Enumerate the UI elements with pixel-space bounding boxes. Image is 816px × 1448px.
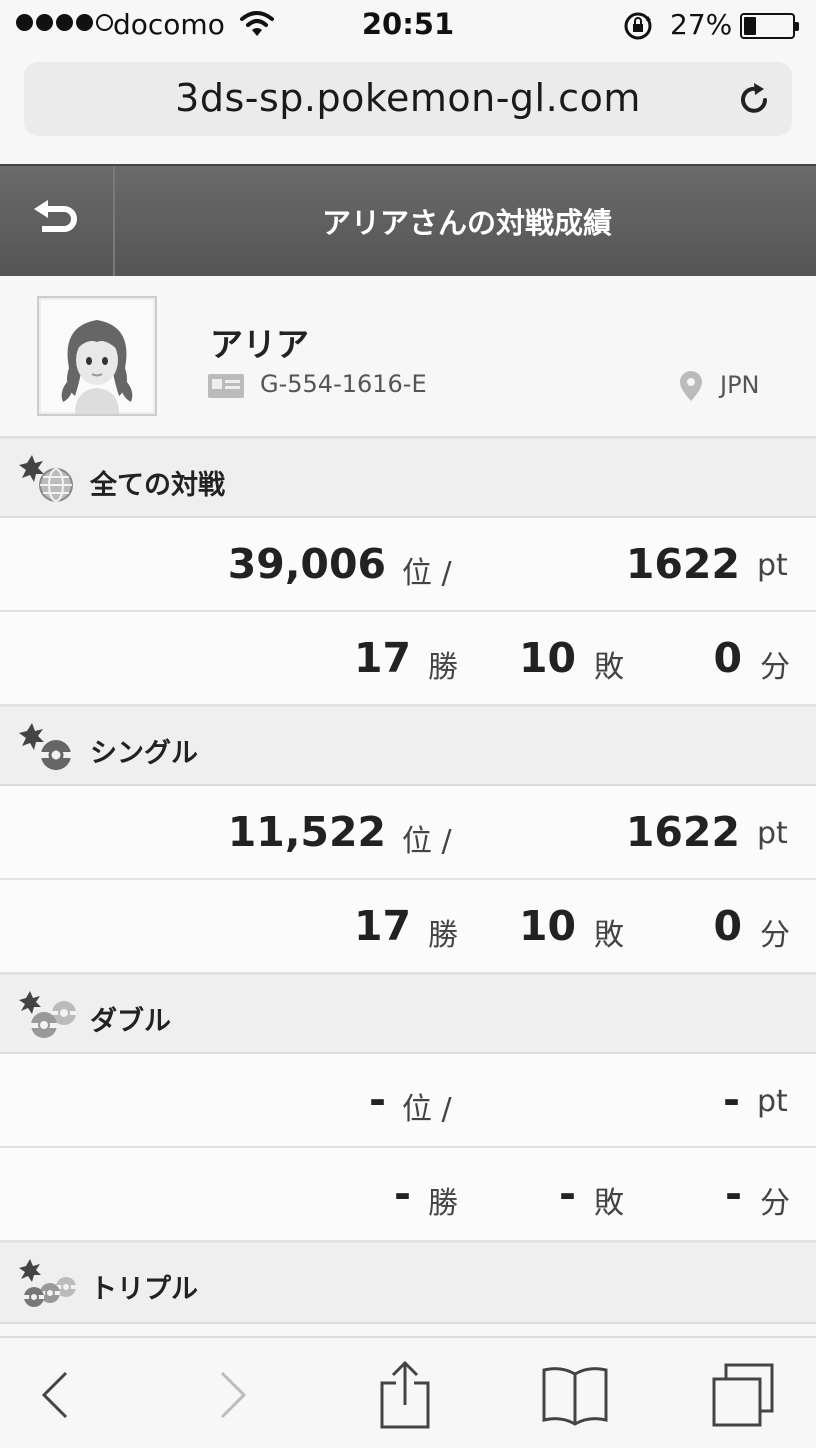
points-unit: pt — [757, 1084, 788, 1119]
draws-value: - — [724, 1170, 742, 1218]
player-name: アリア — [210, 325, 309, 364]
rank-points-row: - 位 / - pt — [0, 1054, 816, 1148]
url-text[interactable]: 3ds-sp.pokemon-gl.com — [24, 76, 792, 120]
section-double: ダブル — [0, 974, 816, 1054]
country-code: JPN — [720, 371, 760, 399]
page-title: アリアさんの対戦成績 — [321, 206, 612, 240]
rank-value: 39,006 — [227, 540, 386, 588]
section-title: ダブル — [90, 1006, 171, 1037]
losses-unit: 敗 — [594, 650, 624, 685]
player-id: G-554-1616-E — [260, 370, 427, 398]
losses-unit: 敗 — [594, 918, 624, 953]
wins-value: 17 — [353, 634, 411, 682]
return-arrow-icon — [33, 200, 77, 232]
reload-icon[interactable] — [734, 80, 774, 120]
draws-value: 0 — [713, 902, 742, 950]
draws-unit: 分 — [760, 650, 790, 685]
draws-value: 0 — [713, 634, 742, 682]
section-single: シングル — [0, 706, 816, 786]
section-title: シングル — [90, 738, 198, 769]
rank-points-row: 39,006 位 / 1622 pt — [0, 518, 816, 612]
id-card-icon — [208, 374, 244, 402]
wins-unit: 勝 — [428, 1186, 458, 1221]
draws-unit: 分 — [760, 918, 790, 953]
rank-points-row: 11,522 位 / 1622 pt — [0, 786, 816, 880]
section-triple: トリプル — [0, 1242, 816, 1324]
points-unit: pt — [757, 816, 788, 851]
avatar — [37, 296, 157, 416]
rank-unit: 位 / — [402, 556, 452, 591]
location-pin-icon — [680, 371, 702, 405]
section-all-battles: 全ての対戦 — [0, 438, 816, 518]
points-unit: pt — [757, 548, 788, 583]
triple-ball-icon — [18, 1257, 80, 1313]
points-value: 1622 — [625, 540, 740, 588]
double-ball-icon — [18, 989, 80, 1045]
forward-icon[interactable] — [198, 1360, 268, 1430]
draws-unit: 分 — [760, 1186, 790, 1221]
wins-unit: 勝 — [428, 918, 458, 953]
single-ball-icon — [18, 721, 78, 777]
losses-value: 10 — [518, 902, 576, 950]
losses-value: 10 — [518, 634, 576, 682]
wins-value: 17 — [353, 902, 411, 950]
address-bar[interactable]: 3ds-sp.pokemon-gl.com — [24, 62, 792, 136]
losses-value: - — [558, 1170, 576, 1218]
player-profile: アリア G-554-1616-E JPN — [0, 276, 816, 438]
rank-value: - — [368, 1076, 386, 1124]
rank-value: 11,522 — [227, 808, 386, 856]
back-icon[interactable] — [20, 1360, 90, 1430]
rank-unit: 位 / — [402, 824, 452, 859]
browser-toolbar — [0, 1336, 816, 1448]
rank-unit: 位 / — [402, 1092, 452, 1127]
tabs-icon[interactable] — [708, 1360, 778, 1430]
rotation-lock-icon — [622, 10, 654, 46]
battery-percentage: 27% — [670, 8, 733, 41]
back-button[interactable] — [0, 166, 115, 276]
wins-unit: 勝 — [428, 650, 458, 685]
bookmarks-icon[interactable] — [540, 1360, 610, 1430]
battery-icon — [740, 13, 799, 39]
win-loss-row: 17 勝 10 敗 0 分 — [0, 880, 816, 974]
points-value: - — [722, 1076, 740, 1124]
losses-unit: 敗 — [594, 1186, 624, 1221]
globe-icon — [18, 453, 78, 509]
status-bar: docomo 20:51 27% — [0, 0, 816, 52]
points-value: 1622 — [625, 808, 740, 856]
section-title: トリプル — [90, 1274, 198, 1305]
wins-value: - — [393, 1170, 411, 1218]
section-title: 全ての対戦 — [90, 470, 225, 501]
win-loss-row: 17 勝 10 敗 0 分 — [0, 612, 816, 706]
page-header: アリアさんの対戦成績 — [0, 164, 816, 276]
win-loss-row: - 勝 - 敗 - 分 — [0, 1148, 816, 1242]
share-icon[interactable] — [370, 1360, 440, 1430]
